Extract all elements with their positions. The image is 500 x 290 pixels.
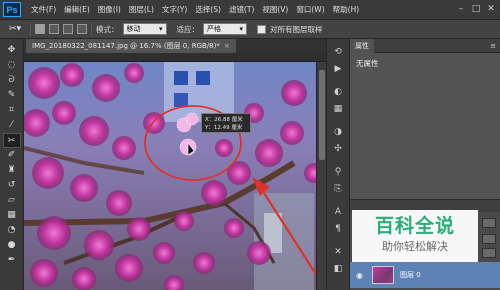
blend-mode-select[interactable] — [482, 218, 496, 228]
scroll-thumb[interactable] — [319, 70, 325, 160]
tooltip-x: X：26.88 厘米 — [205, 117, 243, 123]
adapt-label: 适应： — [176, 24, 200, 34]
dodge-icon[interactable]: ● — [3, 238, 21, 253]
watermark-subtitle: 助你轻松解决 — [382, 240, 448, 253]
menu-type[interactable]: 文字(Y) — [158, 4, 191, 15]
clone-source-icon[interactable]: ⎘ — [329, 181, 347, 197]
new-selection-button[interactable] — [35, 24, 45, 34]
minimize-button[interactable]: – — [454, 3, 468, 16]
properties-content: 无属性 — [356, 59, 379, 68]
coordinate-tooltip: X：26.88 厘米 Y：12.49 厘米 — [201, 113, 251, 133]
brush-presets-icon[interactable]: ⚲ — [329, 164, 347, 180]
layer-thumbnail — [372, 266, 394, 284]
menu-bar: Ps 文件(F) 编辑(E) 图像(I) 图层(L) 文字(Y) 选择(S) 滤… — [0, 0, 500, 20]
menu-layer[interactable]: 图层(L) — [125, 4, 158, 15]
eyedropper-icon[interactable]: ⁄ — [3, 118, 21, 133]
blur-icon[interactable]: ◔ — [3, 223, 21, 238]
eye-icon[interactable]: ◉ — [356, 271, 366, 280]
adapt-value: 严格 — [207, 25, 221, 33]
close-button[interactable]: ✕ — [484, 3, 498, 16]
options-bar: ✂▾ 模式： 移动 ▾ 适应： 严格 ▾ 对所有图层取样 — [0, 20, 500, 39]
menu-help[interactable]: 帮助(H) — [329, 4, 364, 15]
panel-menu-icon[interactable]: ≡ — [490, 42, 496, 50]
tab-properties[interactable]: 属性 — [350, 38, 374, 53]
menu-edit[interactable]: 编辑(E) — [60, 4, 94, 15]
sample-all-layers-label: 对所有图层取样 — [270, 24, 323, 34]
fill-field[interactable] — [482, 248, 496, 258]
close-icon[interactable]: × — [224, 42, 230, 50]
crop-icon[interactable]: ⌗ — [3, 103, 21, 118]
mode-label: 模式： — [96, 24, 119, 34]
vertical-scrollbar[interactable] — [316, 62, 326, 290]
photo-canvas — [24, 62, 326, 290]
add-selection-button[interactable] — [49, 24, 59, 34]
photoshop-logo: Ps — [3, 2, 21, 17]
chevron-down-icon: ▾ — [239, 25, 243, 33]
subtract-selection-button[interactable] — [63, 24, 73, 34]
swatches-icon[interactable]: ▦ — [329, 101, 347, 117]
sample-all-layers-checkbox[interactable] — [257, 24, 266, 34]
opacity-field[interactable] — [482, 234, 496, 244]
quick-select-icon[interactable]: ✎ — [3, 88, 21, 103]
adjustments-icon[interactable]: ◑ — [329, 124, 347, 140]
panel-header: 属性 ≡ — [350, 38, 500, 53]
maximize-button[interactable]: □ — [469, 3, 483, 16]
lasso-icon[interactable]: ᘐ — [3, 73, 21, 88]
document-tabs: IMG_20180322_081147.jpg @ 16.7% (图层 0, R… — [24, 39, 350, 53]
color-icon[interactable]: ◐ — [329, 84, 347, 100]
layer-comps-icon[interactable]: ◧ — [329, 261, 347, 277]
tool-preset-picker[interactable]: ✂▾ — [4, 23, 26, 36]
watermark: 百科全说 助你轻松解决 — [352, 210, 478, 262]
menu-file[interactable]: 文件(F) — [27, 4, 60, 15]
brush-icon[interactable]: ✐ — [3, 148, 21, 163]
mode-select[interactable]: 移动 ▾ — [122, 23, 167, 35]
content-aware-move-icon[interactable]: ✂ — [2, 133, 21, 148]
watermark-title: 百科全说 — [374, 215, 455, 237]
divider — [30, 22, 31, 36]
pen-icon[interactable]: ✒ — [3, 253, 21, 268]
tooltip-y: Y：12.49 厘米 — [205, 125, 243, 131]
layer-name: 图层 0 — [400, 271, 421, 279]
tools-icon[interactable]: ✕ — [329, 244, 347, 260]
gradient-icon[interactable]: ▦ — [3, 208, 21, 223]
layer-row[interactable]: ◉ 图层 0 — [350, 262, 500, 288]
ruler — [24, 53, 326, 62]
paragraph-icon[interactable]: ¶ — [329, 221, 347, 237]
tools-panel: ✥ ◌ ᘐ ✎ ⌗ ⁄ ✂ ✐ ♜ ↺ ▱ ▦ ◔ ● ✒ — [0, 39, 24, 290]
menu-filter[interactable]: 滤镜(T) — [225, 4, 258, 15]
marquee-icon[interactable]: ◌ — [3, 58, 21, 73]
actions-icon[interactable]: ▶ — [329, 61, 347, 77]
chevron-down-icon: ▾ — [158, 25, 163, 33]
document-title: IMG_20180322_081147.jpg @ 16.7% (图层 0, R… — [32, 42, 220, 50]
divider — [91, 22, 92, 36]
stamp-icon[interactable]: ♜ — [3, 163, 21, 178]
styles-icon[interactable]: ✣ — [329, 141, 347, 157]
menu-view[interactable]: 视图(V) — [258, 4, 292, 15]
move-icon[interactable]: ✥ — [3, 43, 21, 58]
canvas[interactable] — [24, 53, 326, 290]
history-icon[interactable]: ⟲ — [329, 44, 347, 60]
history-brush-icon[interactable]: ↺ — [3, 178, 21, 193]
menu-select[interactable]: 选择(S) — [191, 4, 225, 15]
document-tab[interactable]: IMG_20180322_081147.jpg @ 16.7% (图层 0, R… — [26, 39, 236, 53]
panel-icon-strip: ⟲ ▶ ◐ ▦ ◑ ✣ ⚲ ⎘ A ¶ ✕ ◧ — [326, 39, 350, 290]
character-icon[interactable]: A — [329, 204, 347, 220]
intersect-selection-button[interactable] — [77, 24, 87, 34]
adapt-select[interactable]: 严格 ▾ — [203, 23, 247, 35]
mode-value: 移动 — [126, 25, 141, 33]
menu-window[interactable]: 窗口(W) — [292, 4, 328, 15]
menu-image[interactable]: 图像(I) — [94, 4, 125, 15]
eraser-icon[interactable]: ▱ — [3, 193, 21, 208]
window-controls: – □ ✕ — [454, 3, 498, 16]
